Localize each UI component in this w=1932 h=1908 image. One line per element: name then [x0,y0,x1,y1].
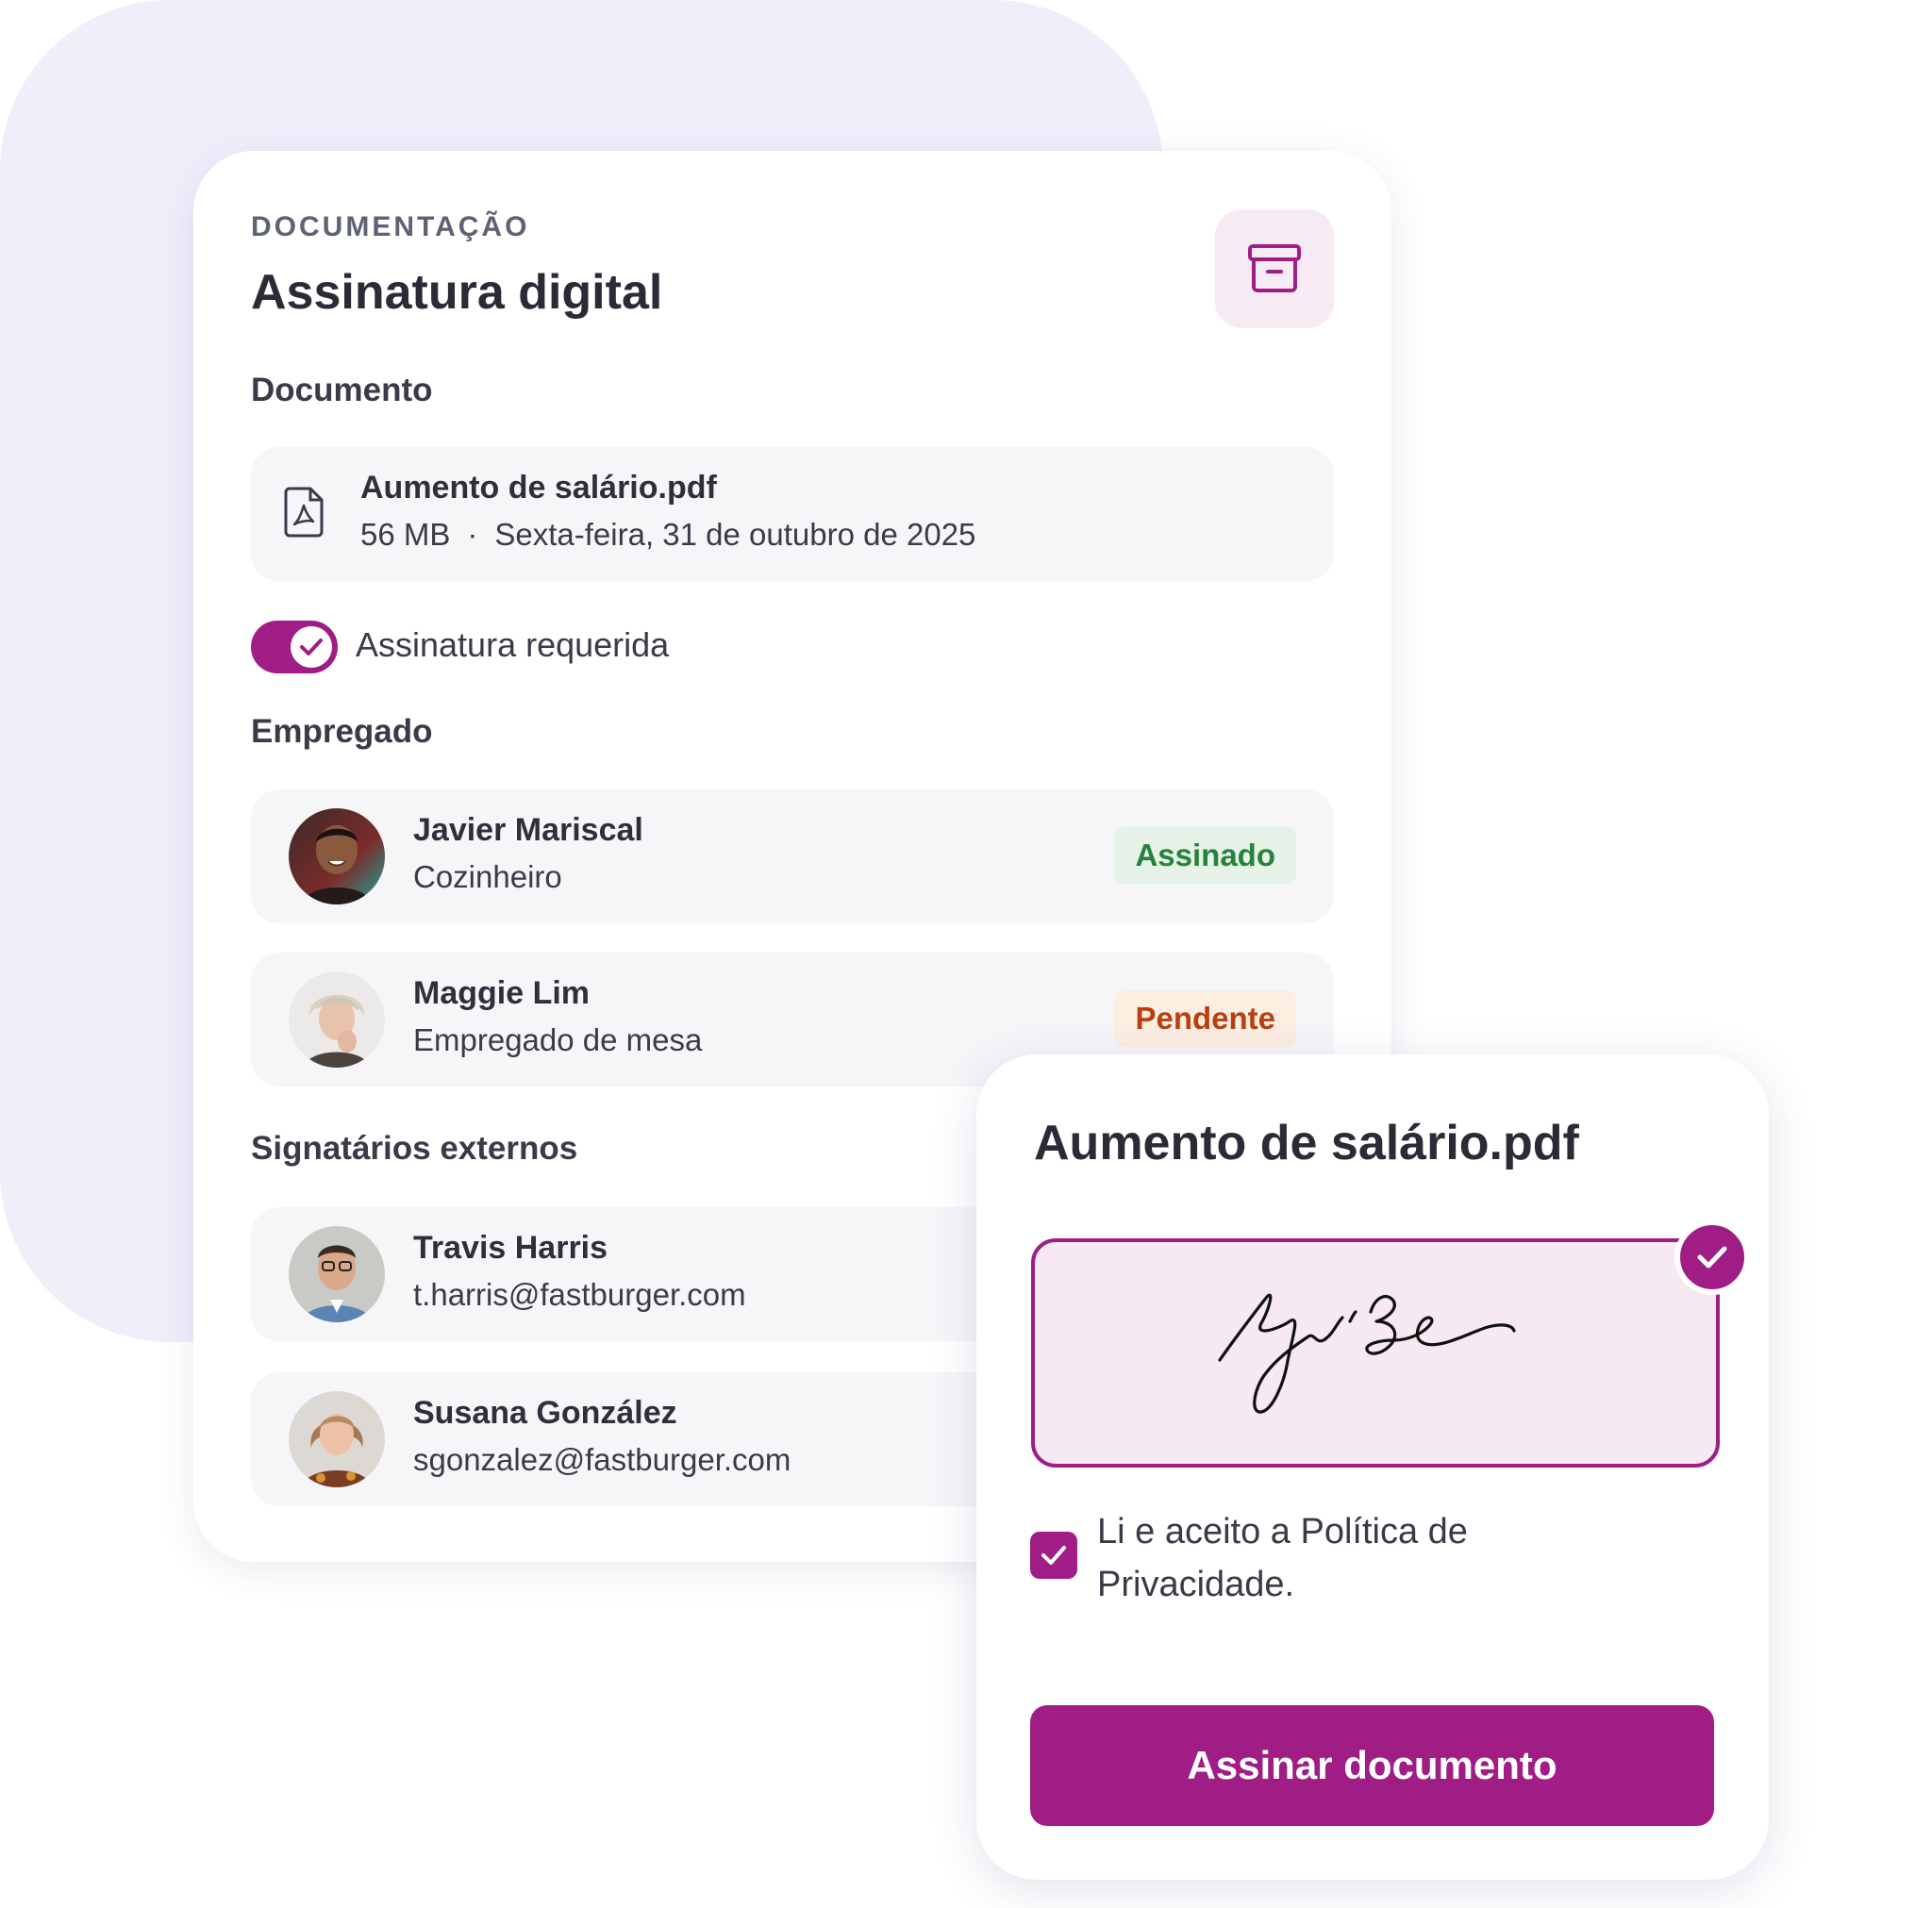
signature-pad[interactable] [1031,1238,1720,1468]
external-signers-section-label: Signatários externos [251,1130,578,1167]
signature-drawing [1218,1293,1516,1414]
dialog-title: Aumento de salário.pdf [1034,1116,1579,1170]
document-meta: 56 MB · Sexta-feira, 31 de outubro de 20… [360,517,975,553]
document-size: 56 MB [360,517,451,552]
avatar [289,808,385,904]
sign-document-button[interactable]: Assinar documento [1030,1705,1714,1826]
signer-name: Susana González [413,1395,677,1431]
employee-role: Cozinheiro [413,859,562,894]
status-badge: Pendente [1114,990,1296,1047]
panel-eyebrow: DOCUMENTAÇÃO [251,211,530,242]
employee-section-label: Empregado [251,713,433,750]
avatar [289,1226,385,1322]
avatar [289,1391,385,1487]
signature-confirmed-icon [1674,1219,1750,1295]
avatar [289,971,385,1068]
document-section-label: Documento [251,372,433,408]
privacy-policy-label: Li e aceito a Política de Privacidade. [1097,1512,1468,1604]
document-item[interactable]: Aumento de salário.pdf 56 MB · Sexta-fei… [251,447,1334,581]
signature-required-toggle[interactable] [251,621,338,673]
employee-name: Javier Mariscal [413,812,643,848]
employee-name: Maggie Lim [413,975,591,1011]
privacy-policy-checkbox[interactable] [1030,1532,1077,1579]
check-icon [300,639,323,655]
signature-required-label: Assinatura requerida [356,625,670,664]
employee-row[interactable]: Javier Mariscal Cozinheiro Assinado [251,789,1334,923]
document-date: Sexta-feira, 31 de outubro de 2025 [494,517,976,552]
signer-email: sgonzalez@fastburger.com [413,1442,791,1477]
archive-box-icon [1248,244,1301,292]
pdf-file-icon [284,487,324,538]
document-name: Aumento de salário.pdf [360,470,717,506]
page-title: Assinatura digital [251,265,663,320]
meta-separator: · [467,517,478,552]
signer-email: t.harris@fastburger.com [413,1277,746,1312]
signer-name: Travis Harris [413,1230,608,1266]
sign-document-dialog: Aumento de salário.pdf Li e aceito a Pol… [976,1054,1769,1880]
employee-role: Empregado de mesa [413,1022,703,1057]
check-icon [1041,1546,1066,1565]
status-badge: Assinado [1114,827,1296,884]
toggle-knob [291,626,332,668]
archive-button[interactable] [1215,209,1334,328]
